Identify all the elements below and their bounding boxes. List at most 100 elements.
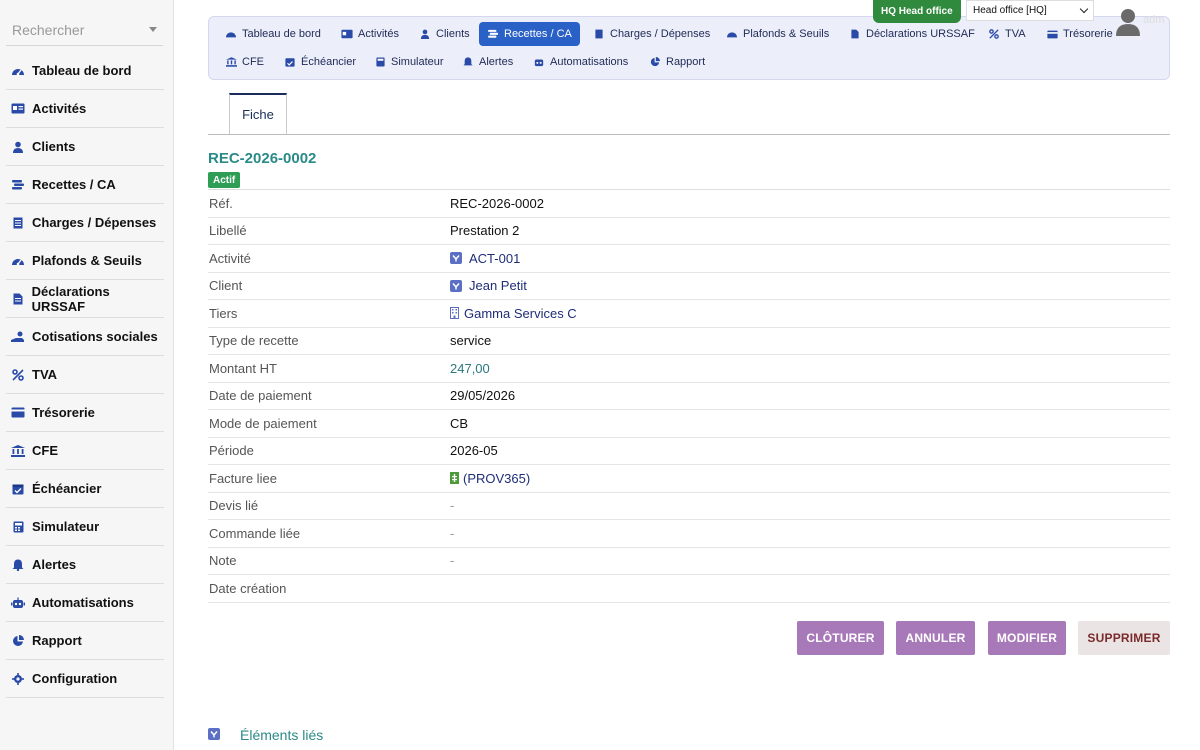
object-icon bbox=[450, 279, 462, 292]
calendar-check-icon bbox=[10, 482, 26, 496]
top-nav: Tableau de bord Activités Clients Recett… bbox=[208, 16, 1170, 80]
tab-label: Automatisations bbox=[550, 56, 629, 68]
field-row-note: Note - bbox=[208, 548, 1170, 575]
tab-declarations[interactable]: Déclarations URSSAF bbox=[841, 22, 983, 46]
sidebar-item-automatisations[interactable]: Automatisations bbox=[6, 584, 164, 622]
record-fields: Réf. REC-2026-0002 Libellé Prestation 2 … bbox=[208, 189, 1170, 603]
dashboard-icon bbox=[10, 254, 26, 268]
calculator-icon bbox=[10, 520, 26, 534]
linked-elements-section: Éléments liés bbox=[208, 727, 323, 743]
tab-plafonds[interactable]: Plafonds & Seuils bbox=[718, 22, 837, 46]
sidebar-item-tableau-de-bord[interactable]: Tableau de bord bbox=[6, 52, 164, 90]
sidebar-item-tva[interactable]: TVA bbox=[6, 356, 164, 394]
invoice-link[interactable]: (PROV365) bbox=[450, 471, 530, 486]
tab-simulateur[interactable]: Simulateur bbox=[366, 50, 452, 74]
file-icon bbox=[849, 29, 861, 40]
sidebar-item-label: Rapport bbox=[32, 633, 82, 648]
sidebar-item-label: Échéancier bbox=[32, 481, 102, 496]
sidebar-item-cfe[interactable]: CFE bbox=[6, 432, 164, 470]
activity-link[interactable]: ACT-001 bbox=[450, 251, 520, 266]
tab-activites[interactable]: Activités bbox=[333, 22, 407, 46]
file-icon bbox=[10, 292, 26, 306]
sidebar-item-label: CFE bbox=[32, 443, 58, 458]
edit-button[interactable]: MODIFIER bbox=[988, 621, 1066, 655]
dashboard-icon bbox=[726, 29, 738, 40]
field-row-client: Client Jean Petit bbox=[208, 273, 1170, 300]
sidebar-item-label: Déclarations URSSAF bbox=[31, 283, 110, 314]
delete-button[interactable]: SUPPRIMER bbox=[1078, 621, 1170, 655]
tab-label: Tableau de bord bbox=[242, 28, 321, 40]
field-label: Réf. bbox=[209, 195, 233, 211]
sidebar-item-label: Automatisations bbox=[32, 595, 134, 610]
tab-echeancier[interactable]: Échéancier bbox=[276, 50, 364, 74]
tab-label: CFE bbox=[242, 56, 264, 68]
tab-alertes[interactable]: Alertes bbox=[454, 50, 521, 74]
sidebar-item-configuration[interactable]: Configuration bbox=[6, 660, 164, 698]
sidebar-item-declarations[interactable]: Déclarations URSSAF bbox=[6, 280, 164, 318]
tab-label: Plafonds & Seuils bbox=[743, 28, 830, 40]
tab-tableau-de-bord[interactable]: Tableau de bord bbox=[217, 22, 329, 46]
amount-value: 247,00 bbox=[450, 360, 490, 376]
field-label: Commande liée bbox=[209, 525, 301, 541]
field-value: Prestation 2 bbox=[450, 223, 520, 239]
sidebar-item-simulateur[interactable]: Simulateur bbox=[6, 508, 164, 546]
sidebar-item-activites[interactable]: Activités bbox=[6, 90, 164, 128]
chevron-down-icon bbox=[149, 27, 157, 32]
sidebar-item-label: Activités bbox=[32, 101, 87, 116]
pie-chart-icon bbox=[10, 634, 26, 648]
avatar[interactable] bbox=[1115, 8, 1141, 36]
entity-select-value: Head office [HQ] bbox=[973, 5, 1047, 16]
sidebar-menu: Tableau de bord Activités Clients Recett… bbox=[6, 52, 164, 698]
tab-automatisations[interactable]: Automatisations bbox=[525, 50, 636, 74]
sidebar-item-clients[interactable]: Clients bbox=[6, 128, 164, 166]
coins-icon bbox=[487, 29, 499, 40]
calendar-check-icon bbox=[284, 57, 296, 68]
sidebar-item-rapport[interactable]: Rapport bbox=[6, 622, 164, 660]
entity-select[interactable]: Head office [HQ] bbox=[966, 0, 1094, 21]
client-link[interactable]: Jean Petit bbox=[450, 278, 527, 293]
search-combobox[interactable]: Rechercher bbox=[6, 14, 163, 46]
sidebar: Rechercher Tableau de bord Activités Cli… bbox=[0, 0, 174, 750]
credit-card-icon bbox=[1046, 29, 1058, 40]
tab-tva[interactable]: TVA bbox=[980, 22, 1034, 46]
field-row-date-creation: Date création bbox=[208, 575, 1170, 603]
sidebar-item-label: Charges / Dépenses bbox=[32, 215, 157, 230]
field-label: Date création bbox=[209, 580, 287, 596]
entity-badge[interactable]: HQ Head office bbox=[873, 0, 961, 23]
pie-chart-icon bbox=[649, 57, 661, 68]
dashboard-icon bbox=[225, 29, 237, 40]
field-row-facture: Facture liee (PROV365) bbox=[208, 465, 1170, 493]
sidebar-item-label: TVA bbox=[32, 367, 58, 382]
tab-charges[interactable]: Charges / Dépenses bbox=[585, 22, 718, 46]
tab-recettes[interactable]: Recettes / CA bbox=[479, 22, 580, 46]
tab-fiche[interactable]: Fiche bbox=[229, 93, 287, 134]
sidebar-item-charges[interactable]: Charges / Dépenses bbox=[6, 204, 164, 242]
sidebar-item-plafonds[interactable]: Plafonds & Seuils bbox=[6, 242, 164, 280]
activity-link-text: ACT-001 bbox=[469, 250, 521, 266]
tab-tresorerie[interactable]: Trésorerie bbox=[1038, 22, 1121, 46]
sidebar-item-echeancier[interactable]: Échéancier bbox=[6, 470, 164, 508]
client-link-text: Jean Petit bbox=[469, 278, 527, 294]
tab-label: Recettes / CA bbox=[504, 28, 572, 40]
field-row-ref: Réf. REC-2026-0002 bbox=[208, 190, 1170, 218]
field-label: Type de recette bbox=[209, 333, 299, 349]
sidebar-item-tresorerie[interactable]: Trésorerie bbox=[6, 394, 164, 432]
id-card-icon bbox=[341, 29, 353, 40]
tab-clients[interactable]: Clients bbox=[411, 22, 478, 46]
tab-rapport[interactable]: Rapport bbox=[641, 50, 713, 74]
sidebar-item-cotisations[interactable]: Cotisations sociales bbox=[6, 318, 164, 356]
user-icon bbox=[10, 140, 26, 154]
tab-cfe[interactable]: CFE bbox=[217, 50, 272, 74]
sidebar-item-label: Alertes bbox=[32, 557, 77, 572]
sidebar-item-label: Trésorerie bbox=[32, 405, 95, 420]
status-badge: Actif bbox=[208, 172, 241, 188]
tab-label: Clients bbox=[436, 28, 470, 40]
thirdparty-link[interactable]: Gamma Services C bbox=[450, 306, 577, 321]
field-value: - bbox=[450, 553, 455, 569]
bell-icon bbox=[10, 558, 26, 572]
sidebar-item-alertes[interactable]: Alertes bbox=[6, 546, 164, 584]
sidebar-item-recettes[interactable]: Recettes / CA bbox=[6, 166, 164, 204]
close-record-button[interactable]: CLÔTURER bbox=[797, 621, 884, 655]
field-label: Libellé bbox=[209, 223, 247, 239]
cancel-button[interactable]: ANNULER bbox=[896, 621, 975, 655]
